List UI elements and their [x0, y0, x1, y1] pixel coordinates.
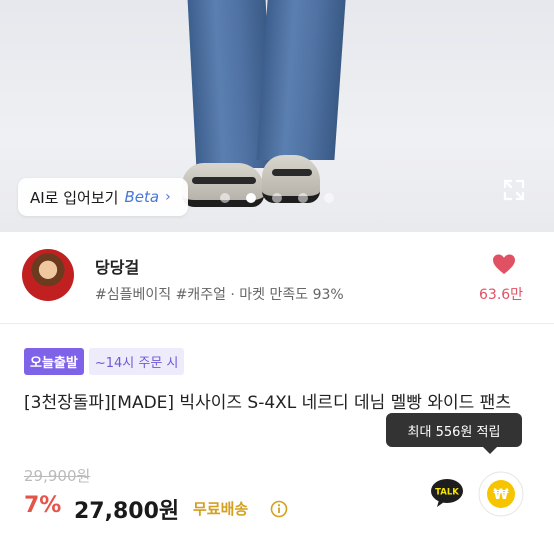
carousel-dot[interactable]	[324, 193, 334, 203]
carousel-dot-active[interactable]	[246, 193, 256, 203]
delivery-badges: 오늘출발 ~14시 주문 시	[24, 348, 185, 375]
expand-icon[interactable]	[502, 178, 526, 202]
ai-try-on-button[interactable]: AI로 입어보기 Beta ›	[18, 178, 188, 216]
discount-rate: 7%	[24, 493, 62, 518]
original-price: 29,900원	[24, 467, 91, 485]
like-count: 63.6만	[479, 287, 524, 303]
product-page: AI로 입어보기 Beta › 당당걸 #심플베이직 #캐주얼 · 마켓 만족도…	[0, 0, 554, 554]
carousel-dot[interactable]	[298, 193, 308, 203]
carousel-indicator	[220, 193, 334, 203]
seller-name[interactable]: 당당걸	[95, 254, 139, 278]
carousel-dot[interactable]	[272, 193, 282, 203]
points-tooltip: 최대 556원 적립	[386, 413, 522, 454]
seller-tags: #심플베이직 #캐주얼 · 마켓 만족도 93%	[95, 287, 344, 303]
beta-label: Beta	[124, 188, 160, 206]
jeans-right-leg	[256, 0, 346, 160]
kakao-talk-icon[interactable]: TALK	[430, 478, 464, 508]
info-icon[interactable]	[270, 500, 288, 518]
carousel-dot[interactable]	[220, 193, 230, 203]
seller-avatar[interactable]	[22, 249, 74, 301]
order-cutoff-badge: ~14시 주문 시	[88, 348, 185, 375]
product-image[interactable]: AI로 입어보기 Beta ›	[0, 0, 554, 232]
svg-text:₩: ₩	[493, 487, 509, 503]
today-shipping-badge: 오늘출발	[24, 348, 84, 375]
ai-try-on-label: AI로 입어보기	[30, 188, 119, 207]
points-won-icon[interactable]: ₩	[478, 471, 524, 517]
svg-text:TALK: TALK	[435, 488, 459, 498]
seller-row[interactable]: 당당걸 #심플베이직 #캐주얼 · 마켓 만족도 93% 63.6만	[0, 232, 554, 324]
free-shipping-label: 무료배송	[193, 500, 249, 518]
chevron-right-icon: ›	[165, 189, 171, 205]
heart-icon[interactable]	[492, 253, 516, 275]
sale-price: 27,800원	[74, 499, 180, 524]
